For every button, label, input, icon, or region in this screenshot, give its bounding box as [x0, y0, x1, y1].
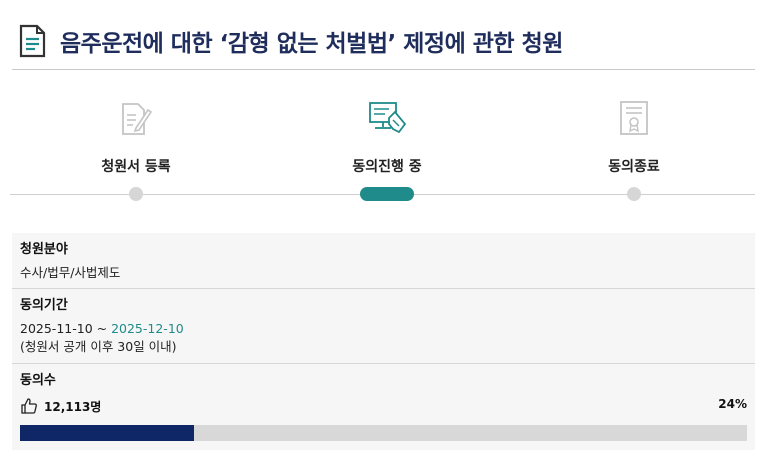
- consent-progress-fill: [20, 425, 195, 441]
- page-title: 음주운전에 대한 ‘감형 없는 처벌법’ 제정에 관한 청원: [60, 31, 563, 57]
- consent-count-row: 12,113명: [20, 397, 747, 415]
- title-row: 음주운전에 대한 ‘감형 없는 처벌법’ 제정에 관한 청원: [18, 24, 563, 58]
- step-label-register: 청원서 등록: [101, 159, 171, 175]
- certificate-icon: [620, 101, 648, 135]
- step-label-closed: 동의종료: [608, 159, 660, 175]
- step-label-in-progress: 동의진행 중: [352, 159, 422, 175]
- step-register: 청원서 등록: [46, 96, 226, 176]
- step-indicator-active: [360, 187, 414, 201]
- field-value: 수사/법무/사법제도: [20, 265, 121, 280]
- period-end: 2025-12-10: [111, 321, 184, 336]
- period-dates: 2025-11-10 ~ 2025-12-10: [20, 320, 747, 338]
- period-section: 동의기간 2025-11-10 ~ 2025-12-10 (청원서 공개 이후 …: [12, 289, 755, 364]
- step-closed: 동의종료: [544, 96, 724, 176]
- petition-info: 청원분야 수사/법무/사법제도 동의기간 2025-11-10 ~ 2025-1…: [12, 233, 755, 450]
- thumbs-up-icon: [21, 398, 37, 414]
- step-dot-register: [129, 187, 143, 201]
- consent-section: 동의수 12,113명 24%: [12, 364, 755, 450]
- step-in-progress: 동의진행 중: [297, 96, 477, 176]
- document-icon: [19, 24, 46, 58]
- step-dot-closed: [627, 187, 641, 201]
- consent-count: 12,113명: [44, 399, 102, 414]
- period-start: 2025-11-10: [20, 321, 93, 336]
- period-separator: ~: [92, 321, 112, 336]
- field-label: 청원분야: [20, 242, 68, 257]
- period-note: (청원서 공개 이후 30일 이내): [20, 339, 177, 354]
- document-pen-icon: [122, 103, 153, 135]
- computer-hand-icon: [369, 102, 407, 134]
- consent-percent: 24%: [718, 397, 747, 411]
- field-section: 청원분야 수사/법무/사법제도: [12, 233, 755, 289]
- title-divider: [12, 69, 755, 70]
- consent-label: 동의수: [20, 373, 56, 388]
- consent-progress-bar: [20, 425, 747, 441]
- period-label: 동의기간: [20, 298, 68, 313]
